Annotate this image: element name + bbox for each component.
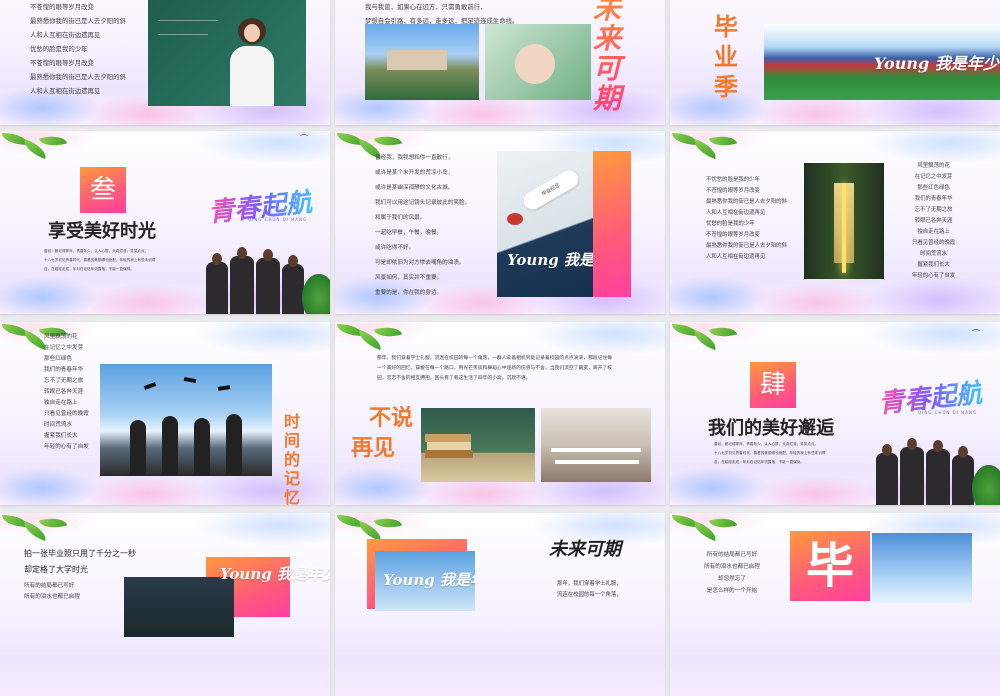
campus-photo [365, 24, 479, 100]
slide-thumbnail-10[interactable]: 拍一张毕业照只用了千分之一秒 却定格了大学时光 所有的结局都已写好 所有的泪水也都… [0, 513, 330, 696]
neon-subtitle: QING CHUN QI HANG [918, 410, 978, 415]
scroll-label: 毕业纪念 [540, 182, 562, 198]
slide-thumbnail-4[interactable]: ⌒ 叁 享受美好时光 曾经，都记得那年，青春年少，认人心醉，天真烂漫，笑笑点点，… [0, 131, 330, 314]
books-photo [421, 408, 535, 482]
slide-thumbnail-12[interactable]: 所有的结局都已写好 所有的泪水也都已启程 却忽然忘了 是怎么样的一个开始 毕 [670, 513, 1000, 696]
classroom-photo [541, 408, 651, 482]
photo-caption-a: 拍一张毕业照只用了千分之一秒 [24, 549, 136, 558]
leaf-decoration [670, 131, 750, 171]
leaf-decoration [670, 322, 750, 362]
young-script: Young 我是年少 [507, 251, 601, 269]
chapter-desc: 曾经，都记得那年，青春年少，认人心醉，天真烂漫，笑笑点点， 十八七岁初见青春时代，… [44, 249, 156, 271]
slide-thumbnail-1[interactable]: 不苍惶的眼等岁月改变 最熟悉你我的街已是人去夕阳的斜 人和人互相在街边遗再见 忧愁的脸… [0, 0, 330, 125]
young-script: Young 我是年少 [220, 565, 330, 583]
dont-say-goodbye-title-b: 再见 [351, 435, 396, 461]
chapter-badge: 肆 [750, 362, 796, 408]
photo-caption-b: 却定格了大学时光 [24, 565, 88, 574]
future-art-title: 未来可期 [549, 539, 621, 560]
leaf-decoration [0, 131, 80, 171]
bird-icon: ⌒ [972, 329, 980, 338]
graduates-sky-photo [100, 364, 272, 476]
lyrics-text: 不苍惶的眼等岁月改变 最熟悉你我的街已是人去夕阳的斜 人和人互相在街边遗再见 忧愁的脸… [30, 3, 126, 95]
accent-bar [593, 151, 631, 297]
memory-title: 时间的记忆 [284, 412, 301, 505]
chapter-desc: 曾经，都记得那年，青春年少，认人心醉，天真烂漫，笑笑点点， 十八七岁初见青春时代，… [714, 442, 826, 464]
slide-thumbnail-3[interactable]: 毕业季 Young 我是年少 [670, 0, 1000, 125]
graduates-illustration [870, 434, 1000, 505]
story-text: 曾经我，我我想和你一直散行， 或许是某个未开发的荒凉小岛， 或许是某幽深孤静的文化古… [375, 155, 471, 296]
graduates-illustration [200, 243, 330, 314]
sky-photo: Young 我是年少 [375, 551, 475, 611]
stadium-photo: Young 我是年少 [764, 24, 1000, 100]
slide-thumbnail-9[interactable]: ⌒ 肆 我们的美好邂逅 曾经，都记得那年，青春年少，认人心醉，天真烂漫，笑笑点点… [670, 322, 1000, 505]
teacher-photo [148, 0, 306, 106]
book-photo [804, 163, 884, 279]
sky-photo [872, 533, 972, 603]
graduation-season-title: 毕业季 [714, 12, 738, 101]
neon-subtitle: QING CHUN QI HANG [248, 217, 308, 222]
hand-photo [485, 24, 591, 100]
slide-thumbnail-5[interactable]: 曾经我，我我想和你一直散行， 或许是某个未开发的荒凉小岛， 或许是某幽深孤静的文化古… [335, 131, 665, 314]
slide-thumbnail-11[interactable]: Young 我是年少 未来可期 那年，我们穿着学士礼服，流连在校园的每一个角落， [335, 513, 665, 696]
lyrics-right: 风里飘荡的花 在记忆之中发芽 那些红色绿色 我们的青春年华 忘不了无期之旅 转眼已各奔天涯… [912, 163, 956, 279]
lyrics-left: 不忧愁的脸是我的少年 不苍惶的眼等岁月改变 最熟悉你我的街已是人去夕阳的斜 人和人互相… [706, 177, 787, 260]
young-script: Young 我是年少 [383, 571, 475, 589]
leaf-decoration [670, 513, 750, 553]
slide-thumbnail-7[interactable]: 风里飘荡的花 在记忆之中发芽 那些红绿色 我们的青春年华 忘不了无期之旅 转眼已各奔天涯独… [0, 322, 330, 505]
lyrics-text: 所有的结局都已写好 所有的泪水也都已启程 却忽然忘了 是怎么样的一个开始 [704, 552, 760, 594]
accent-block: 毕 [790, 531, 870, 601]
chapter-title: 我们的美好邂逅 [708, 418, 834, 439]
future-art-title: 未来可期 [593, 0, 633, 114]
dont-say-goodbye-title-a: 不说 [369, 405, 414, 431]
slide-thumbnail-8[interactable]: 那年，我们穿着学士礼服，流连在校园的每一个角落，一群人拿着相机到处记录着校园的点… [335, 322, 665, 505]
story-text: 那年，我们穿着学士礼服， 流连在校园的每一个角落， [557, 581, 622, 598]
chapter-title: 享受美好时光 [48, 221, 156, 242]
big-character: 毕 [805, 538, 854, 594]
bird-icon: ⌒ [300, 134, 308, 143]
lyrics-text: 风里飘荡的花 在记忆之中发芽 那些红绿色 我们的青春年华 忘不了无期之旅 转眼已各奔天涯独… [44, 334, 89, 450]
chapter-badge: 叁 [80, 167, 126, 213]
slide-thumbnail-2[interactable]: 我与我曾，如果心在远方，只需勇敢前行， 梦想自会引路，有多远，走多远，把足迹连成生… [335, 0, 665, 125]
slide-thumbnail-6[interactable]: 不忧愁的脸是我的少年 不苍惶的眼等岁月改变 最熟悉你我的街已是人去夕阳的斜 人和人互相… [670, 131, 1000, 314]
young-script: Young 我是年少 [874, 54, 999, 73]
diploma-photo: 毕业纪念 Young 我是年少 [497, 151, 601, 297]
memory-paragraph: 那年，我们穿着学士礼服，流连在校园的每一个角落，一群人拿着相机到处记录着校园的点… [377, 356, 613, 381]
group-photo [124, 577, 234, 637]
